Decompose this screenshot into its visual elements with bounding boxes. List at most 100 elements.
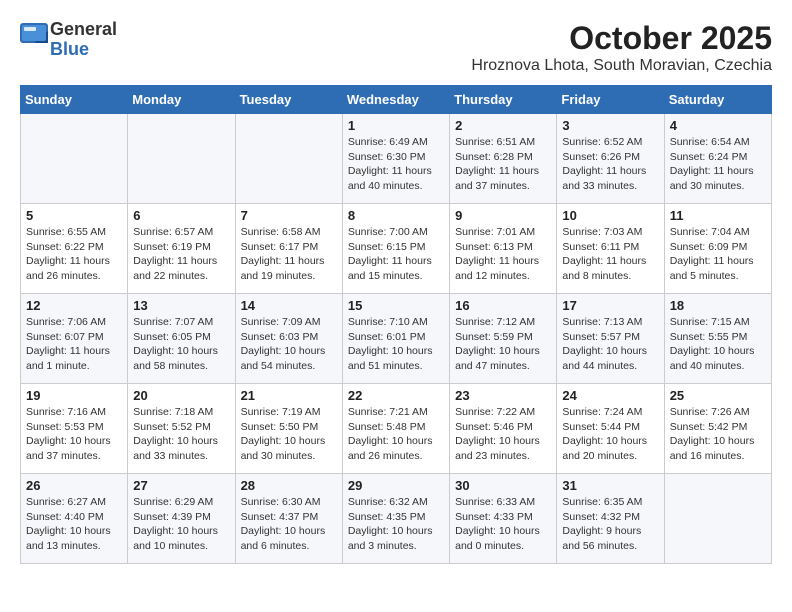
calendar-cell: 17Sunrise: 7:13 AM Sunset: 5:57 PM Dayli… — [557, 294, 664, 384]
day-info: Sunrise: 7:15 AM Sunset: 5:55 PM Dayligh… — [670, 315, 766, 374]
page-header: General Blue October 2025 Hroznova Lhota… — [20, 20, 772, 75]
day-number: 16 — [455, 298, 551, 313]
day-info: Sunrise: 7:01 AM Sunset: 6:13 PM Dayligh… — [455, 225, 551, 284]
day-number: 24 — [562, 388, 658, 403]
calendar-cell: 27Sunrise: 6:29 AM Sunset: 4:39 PM Dayli… — [128, 474, 235, 564]
calendar-cell: 20 Sunrise: 7:18 AM Sunset: 5:52 PM Dayli… — [128, 384, 235, 474]
logo-icon — [20, 23, 50, 57]
day-number: 17 — [562, 298, 658, 313]
day-number: 19 — [26, 388, 122, 403]
weekday-header-sunday: Sunday — [21, 86, 128, 114]
day-info: Sunrise: 7:26 AM Sunset: 5:42 PM Dayligh… — [670, 405, 766, 464]
calendar-cell: 15Sunrise: 7:10 AM Sunset: 6:01 PM Dayli… — [342, 294, 449, 384]
calendar-cell — [664, 474, 771, 564]
weekday-header-wednesday: Wednesday — [342, 86, 449, 114]
calendar-cell — [21, 114, 128, 204]
day-info: Sunrise: 6:49 AM Sunset: 6:30 PM Dayligh… — [348, 135, 444, 194]
logo-blue: Blue — [50, 40, 117, 60]
calendar-cell: 23 Sunrise: 7:22 AM Sunset: 5:46 PM Dayli… — [450, 384, 557, 474]
calendar-table: SundayMondayTuesdayWednesdayThursdayFrid… — [20, 85, 772, 564]
calendar-cell: 18 Sunrise: 7:15 AM Sunset: 5:55 PM Dayli… — [664, 294, 771, 384]
day-info: Sunrise: 6:55 AM Sunset: 6:22 PM Dayligh… — [26, 225, 122, 284]
calendar-cell: 1 Sunrise: 6:49 AM Sunset: 6:30 PM Daylig… — [342, 114, 449, 204]
calendar-cell: 11 Sunrise: 7:04 AM Sunset: 6:09 PM Dayli… — [664, 204, 771, 294]
calendar-cell: 5 Sunrise: 6:55 AM Sunset: 6:22 PM Daylig… — [21, 204, 128, 294]
calendar-cell: 12 Sunrise: 7:06 AM Sunset: 6:07 PM Dayli… — [21, 294, 128, 384]
weekday-header-row: SundayMondayTuesdayWednesdayThursdayFrid… — [21, 86, 772, 114]
calendar-cell: 19 Sunrise: 7:16 AM Sunset: 5:53 PM Dayli… — [21, 384, 128, 474]
calendar-cell: 29 Sunrise: 6:32 AM Sunset: 4:35 PM Dayli… — [342, 474, 449, 564]
weekday-header-saturday: Saturday — [664, 86, 771, 114]
title-block: October 2025 Hroznova Lhota, South Morav… — [471, 20, 772, 75]
day-number: 4 — [670, 118, 766, 133]
calendar-cell: 14 Sunrise: 7:09 AM Sunset: 6:03 PM Dayli… — [235, 294, 342, 384]
calendar-week-3: 12 Sunrise: 7:06 AM Sunset: 6:07 PM Dayli… — [21, 294, 772, 384]
weekday-header-monday: Monday — [128, 86, 235, 114]
day-number: 12 — [26, 298, 122, 313]
day-number: 25 — [670, 388, 766, 403]
calendar-subtitle: Hroznova Lhota, South Moravian, Czechia — [471, 57, 772, 75]
day-number: 18 — [670, 298, 766, 313]
day-info: Sunrise: 6:57 AM Sunset: 6:19 PM Dayligh… — [133, 225, 229, 284]
day-number: 30 — [455, 478, 551, 493]
day-number: 9 — [455, 208, 551, 223]
calendar-cell — [128, 114, 235, 204]
day-number: 11 — [670, 208, 766, 223]
day-info: Sunrise: 7:03 AM Sunset: 6:11 PM Dayligh… — [562, 225, 658, 284]
day-info: Sunrise: 7:04 AM Sunset: 6:09 PM Dayligh… — [670, 225, 766, 284]
weekday-header-tuesday: Tuesday — [235, 86, 342, 114]
day-number: 13 — [133, 298, 229, 313]
calendar-week-1: 1 Sunrise: 6:49 AM Sunset: 6:30 PM Daylig… — [21, 114, 772, 204]
day-number: 27 — [133, 478, 229, 493]
day-info: Sunrise: 7:07 AM Sunset: 6:05 PM Dayligh… — [133, 315, 229, 374]
day-info: Sunrise: 7:16 AM Sunset: 5:53 PM Dayligh… — [26, 405, 122, 464]
calendar-cell: 3Sunrise: 6:52 AM Sunset: 6:26 PM Daylig… — [557, 114, 664, 204]
day-info: Sunrise: 7:19 AM Sunset: 5:50 PM Dayligh… — [241, 405, 337, 464]
calendar-cell: 26Sunrise: 6:27 AM Sunset: 4:40 PM Dayli… — [21, 474, 128, 564]
calendar-cell: 4 Sunrise: 6:54 AM Sunset: 6:24 PM Daylig… — [664, 114, 771, 204]
day-info: Sunrise: 6:51 AM Sunset: 6:28 PM Dayligh… — [455, 135, 551, 194]
day-info: Sunrise: 7:09 AM Sunset: 6:03 PM Dayligh… — [241, 315, 337, 374]
day-number: 23 — [455, 388, 551, 403]
day-number: 29 — [348, 478, 444, 493]
day-number: 2 — [455, 118, 551, 133]
day-info: Sunrise: 6:54 AM Sunset: 6:24 PM Dayligh… — [670, 135, 766, 194]
calendar-cell: 28 Sunrise: 6:30 AM Sunset: 4:37 PM Dayli… — [235, 474, 342, 564]
day-number: 14 — [241, 298, 337, 313]
calendar-body: 1 Sunrise: 6:49 AM Sunset: 6:30 PM Daylig… — [21, 114, 772, 564]
day-number: 28 — [241, 478, 337, 493]
day-number: 8 — [348, 208, 444, 223]
calendar-cell: 24 Sunrise: 7:24 AM Sunset: 5:44 PM Dayli… — [557, 384, 664, 474]
day-number: 22 — [348, 388, 444, 403]
day-info: Sunrise: 6:52 AM Sunset: 6:26 PM Dayligh… — [562, 135, 658, 194]
calendar-cell: 30Sunrise: 6:33 AM Sunset: 4:33 PM Dayli… — [450, 474, 557, 564]
day-number: 7 — [241, 208, 337, 223]
calendar-title: October 2025 — [471, 20, 772, 57]
day-number: 10 — [562, 208, 658, 223]
day-number: 1 — [348, 118, 444, 133]
calendar-cell: 7 Sunrise: 6:58 AM Sunset: 6:17 PM Daylig… — [235, 204, 342, 294]
calendar-header: SundayMondayTuesdayWednesdayThursdayFrid… — [21, 86, 772, 114]
day-info: Sunrise: 7:22 AM Sunset: 5:46 PM Dayligh… — [455, 405, 551, 464]
weekday-header-friday: Friday — [557, 86, 664, 114]
logo-text: General Blue — [50, 20, 117, 60]
calendar-week-2: 5 Sunrise: 6:55 AM Sunset: 6:22 PM Daylig… — [21, 204, 772, 294]
day-info: Sunrise: 7:10 AM Sunset: 6:01 PM Dayligh… — [348, 315, 444, 374]
calendar-cell — [235, 114, 342, 204]
calendar-week-5: 26Sunrise: 6:27 AM Sunset: 4:40 PM Dayli… — [21, 474, 772, 564]
logo: General Blue — [20, 20, 117, 60]
calendar-cell: 2 Sunrise: 6:51 AM Sunset: 6:28 PM Daylig… — [450, 114, 557, 204]
day-info: Sunrise: 6:30 AM Sunset: 4:37 PM Dayligh… — [241, 495, 337, 554]
day-info: Sunrise: 7:18 AM Sunset: 5:52 PM Dayligh… — [133, 405, 229, 464]
day-info: Sunrise: 7:00 AM Sunset: 6:15 PM Dayligh… — [348, 225, 444, 284]
calendar-cell: 31Sunrise: 6:35 AM Sunset: 4:32 PM Dayli… — [557, 474, 664, 564]
day-info: Sunrise: 6:58 AM Sunset: 6:17 PM Dayligh… — [241, 225, 337, 284]
calendar-cell: 16Sunrise: 7:12 AM Sunset: 5:59 PM Dayli… — [450, 294, 557, 384]
calendar-cell: 10 Sunrise: 7:03 AM Sunset: 6:11 PM Dayli… — [557, 204, 664, 294]
day-info: Sunrise: 6:32 AM Sunset: 4:35 PM Dayligh… — [348, 495, 444, 554]
day-info: Sunrise: 7:24 AM Sunset: 5:44 PM Dayligh… — [562, 405, 658, 464]
day-number: 5 — [26, 208, 122, 223]
day-info: Sunrise: 7:06 AM Sunset: 6:07 PM Dayligh… — [26, 315, 122, 374]
day-number: 20 — [133, 388, 229, 403]
calendar-cell: 6Sunrise: 6:57 AM Sunset: 6:19 PM Daylig… — [128, 204, 235, 294]
